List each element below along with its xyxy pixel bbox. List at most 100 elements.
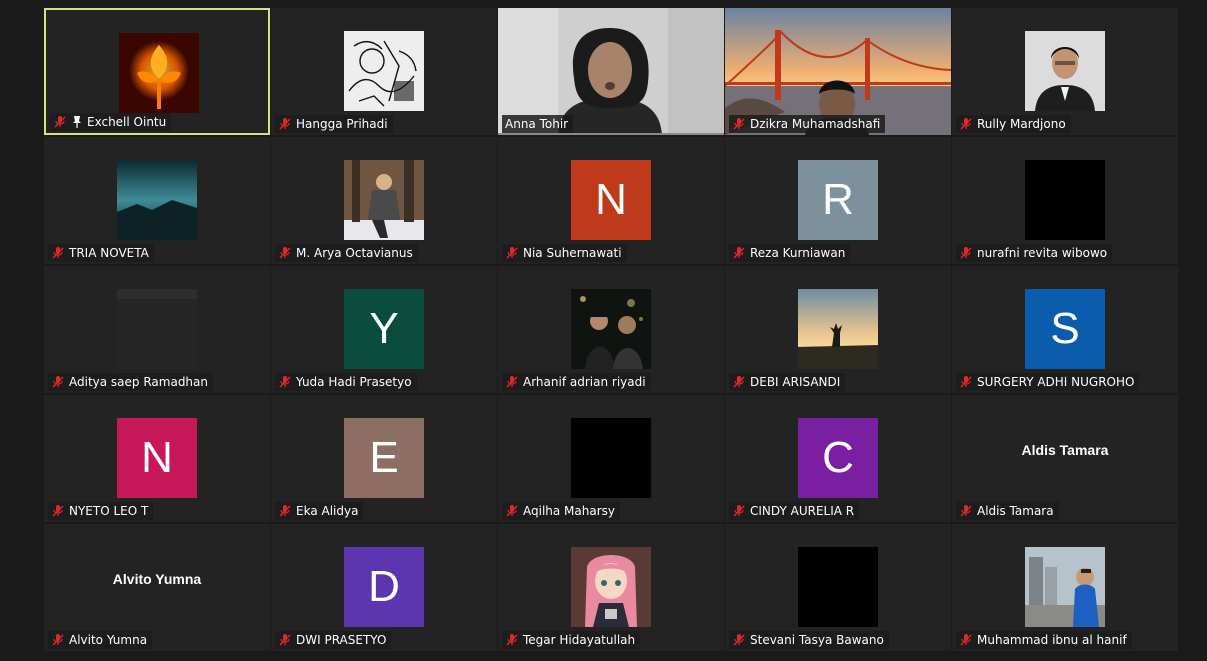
participant-name-label: nurafni revita wibowo — [956, 244, 1113, 262]
mic-off-icon — [959, 117, 973, 131]
mic-off-icon — [959, 633, 973, 647]
mic-off-icon — [53, 115, 67, 129]
participant-name-label: TRIA NOVETA — [48, 244, 154, 262]
participant-tile[interactable]: TRIA NOVETA — [44, 137, 270, 264]
mic-off-icon — [959, 375, 973, 389]
participant-avatar — [344, 160, 424, 240]
participant-tile[interactable]: N Nia Suhernawati — [498, 137, 724, 264]
participant-tile[interactable]: Y Yuda Hadi Prasetyo — [271, 266, 497, 393]
participant-name: TRIA NOVETA — [69, 246, 149, 260]
avatar-initial: Y — [369, 304, 399, 353]
participant-name-label: M. Arya Octavianus — [275, 244, 418, 262]
participant-tile[interactable]: Anna Tohir — [498, 8, 724, 135]
participant-name-label: Aqilha Maharsy — [502, 502, 621, 520]
avatar-initial: N — [595, 175, 627, 224]
participant-name-label: Rully Mardjono — [956, 115, 1071, 133]
participant-tile[interactable]: S SURGERY ADHI NUGROHO — [952, 266, 1178, 393]
participant-tile[interactable]: Tegar Hidayatullah — [498, 524, 724, 651]
participant-tile[interactable]: E Eka Alidya — [271, 395, 497, 522]
participant-name: Aqilha Maharsy — [523, 504, 616, 518]
participant-display-name: Alvito Yumna — [112, 570, 202, 587]
participant-tile[interactable]: N NYETO LEO T — [44, 395, 270, 522]
participant-avatar — [117, 160, 197, 240]
participant-name-label: Yuda Hadi Prasetyo — [275, 373, 417, 391]
mic-off-icon — [732, 246, 746, 260]
participant-name-label: Exchell Ointu — [50, 113, 172, 131]
participant-name: DEBI ARISANDI — [750, 375, 841, 389]
avatar-initial: E — [369, 433, 399, 482]
mic-off-icon — [278, 375, 292, 389]
participant-avatar — [344, 31, 424, 111]
participant-name-label: NYETO LEO T — [48, 502, 154, 520]
participant-name: Reza Kurniawan — [750, 246, 846, 260]
participant-name-label: SURGERY ADHI NUGROHO — [956, 373, 1140, 391]
participant-avatar — [1025, 547, 1105, 627]
participant-name-label: DWI PRASETYO — [275, 631, 392, 649]
mic-off-icon — [959, 246, 973, 260]
participant-tile[interactable]: Muhammad ibnu al hanif — [952, 524, 1178, 651]
participant-tile[interactable]: Aqilha Maharsy — [498, 395, 724, 522]
participant-name-label: Arhanif adrian riyadi — [502, 373, 651, 391]
participant-avatar — [798, 289, 878, 369]
participant-name-label: Anna Tohir — [502, 115, 574, 133]
participant-name-label: Nia Suhernawati — [502, 244, 627, 262]
participant-tile[interactable]: nurafni revita wibowo — [952, 137, 1178, 264]
participant-tile[interactable]: Alvito Yumna Alvito Yumna — [44, 524, 270, 651]
participant-tile[interactable]: Exchell Ointu — [44, 8, 270, 135]
mic-off-icon — [51, 246, 65, 260]
participant-tile[interactable]: Aldis Tamara Aldis Tamara — [952, 395, 1178, 522]
participant-tile[interactable]: R Reza Kurniawan — [725, 137, 951, 264]
participant-avatar — [571, 418, 651, 498]
participant-tile[interactable]: Stevani Tasya Bawano — [725, 524, 951, 651]
participant-avatar — [1025, 160, 1105, 240]
mic-off-icon — [505, 504, 519, 518]
participant-tile[interactable]: Dzikra Muhamadshafi — [725, 8, 951, 135]
participant-tile[interactable]: Hangga Prihadi — [271, 8, 497, 135]
mic-off-icon — [732, 117, 746, 131]
participant-name-label: Alvito Yumna — [48, 631, 153, 649]
avatar-initial: N — [141, 433, 173, 482]
participant-name: Hangga Prihadi — [296, 117, 388, 131]
mic-off-icon — [505, 246, 519, 260]
participant-name: DWI PRASETYO — [296, 633, 387, 647]
participant-avatar — [119, 33, 199, 113]
participant-tile[interactable]: Rully Mardjono — [952, 8, 1178, 135]
mic-off-icon — [278, 117, 292, 131]
participant-tile[interactable]: Arhanif adrian riyadi — [498, 266, 724, 393]
participant-name-label: Tegar Hidayatullah — [502, 631, 641, 649]
participant-name-label: Stevani Tasya Bawano — [729, 631, 889, 649]
mic-off-icon — [51, 375, 65, 389]
participant-tile[interactable]: C CINDY AURELIA R — [725, 395, 951, 522]
participant-avatar — [798, 547, 878, 627]
participant-tile[interactable]: D DWI PRASETYO — [271, 524, 497, 651]
participant-name: Dzikra Muhamadshafi — [750, 117, 881, 131]
participant-name: Muhammad ibnu al hanif — [977, 633, 1127, 647]
pin-icon — [71, 115, 83, 129]
participant-name: NYETO LEO T — [69, 504, 149, 518]
avatar-initial: R — [822, 175, 854, 224]
mic-off-icon — [732, 375, 746, 389]
participant-tile[interactable]: Aditya saep Ramadhan — [44, 266, 270, 393]
participant-display-name: Aldis Tamara — [1021, 441, 1109, 458]
mic-off-icon — [278, 246, 292, 260]
participant-tile[interactable]: M. Arya Octavianus — [271, 137, 497, 264]
participant-avatar: C — [798, 418, 878, 498]
mic-off-icon — [505, 375, 519, 389]
mic-off-icon — [959, 504, 973, 518]
participant-avatar: E — [344, 418, 424, 498]
participant-avatar: N — [571, 160, 651, 240]
participant-name: Yuda Hadi Prasetyo — [296, 375, 412, 389]
participant-avatar — [117, 289, 197, 369]
participant-name: M. Arya Octavianus — [296, 246, 413, 260]
participant-name: Arhanif adrian riyadi — [523, 375, 646, 389]
participant-tile[interactable]: DEBI ARISANDI — [725, 266, 951, 393]
participant-name: Anna Tohir — [505, 117, 569, 131]
participant-name: Tegar Hidayatullah — [523, 633, 636, 647]
participant-name-label: Reza Kurniawan — [729, 244, 851, 262]
participant-name-label: Aditya saep Ramadhan — [48, 373, 213, 391]
participant-name-label: DEBI ARISANDI — [729, 373, 846, 391]
mic-off-icon — [505, 633, 519, 647]
avatar-initial: C — [822, 433, 854, 482]
mic-off-icon — [51, 504, 65, 518]
participant-name: Exchell Ointu — [87, 115, 167, 129]
